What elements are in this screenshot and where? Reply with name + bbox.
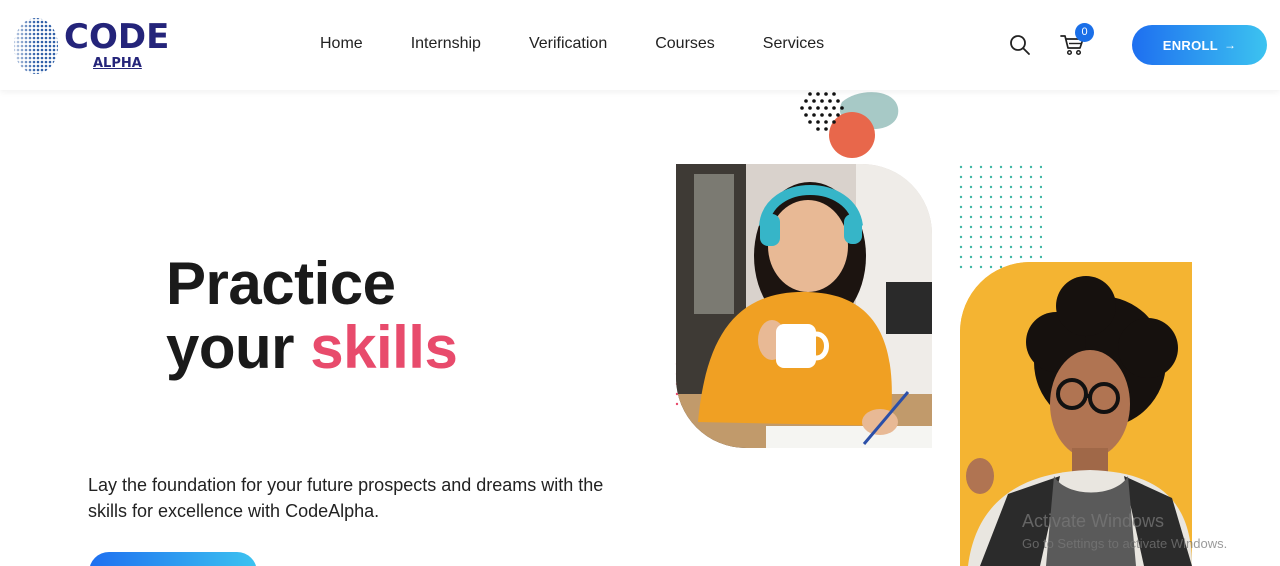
- search-icon: [1010, 35, 1030, 55]
- hero-title-line1: Practice: [166, 250, 396, 317]
- cart-count-badge: 0: [1075, 23, 1094, 42]
- decorative-blobs: [800, 92, 899, 158]
- arrow-right-icon: →: [1223, 38, 1237, 52]
- brand-subname: ALPHA: [93, 56, 142, 71]
- hero-title: Practice your skills: [166, 250, 458, 381]
- enroll-label: ENROLL: [1162, 37, 1218, 53]
- brand-logo[interactable]: CODE ALPHA: [12, 14, 182, 76]
- nav-item-verification[interactable]: Verification: [529, 34, 607, 54]
- hero-title-plain: your: [166, 314, 295, 381]
- hero-title-accent: skills: [310, 314, 458, 381]
- main-nav: Home Internship Verification Courses Ser…: [320, 34, 824, 54]
- globe-icon: [14, 18, 58, 74]
- nav-item-courses[interactable]: Courses: [655, 34, 715, 54]
- site-header: CODE ALPHA Home Internship Verification …: [0, 0, 1280, 90]
- enroll-button[interactable]: ENROLL →: [1132, 25, 1267, 65]
- nav-item-services[interactable]: Services: [763, 34, 824, 54]
- dot-grid-decoration: [958, 164, 1042, 274]
- hero-title-line2: your skills: [166, 314, 458, 381]
- nav-item-internship[interactable]: Internship: [411, 34, 481, 54]
- hero-cta-button[interactable]: [89, 552, 257, 566]
- search-button[interactable]: [1008, 33, 1032, 57]
- student-headphones-photo: [676, 164, 932, 448]
- brand-name: CODE: [64, 17, 170, 57]
- nav-item-home[interactable]: Home: [320, 34, 363, 54]
- hero-description: Lay the foundation for your future prosp…: [88, 475, 604, 521]
- activation-watermark-title: Activate Windows: [1022, 511, 1165, 531]
- activation-watermark-hint: Go to Settings to activate Windows.: [1022, 536, 1228, 551]
